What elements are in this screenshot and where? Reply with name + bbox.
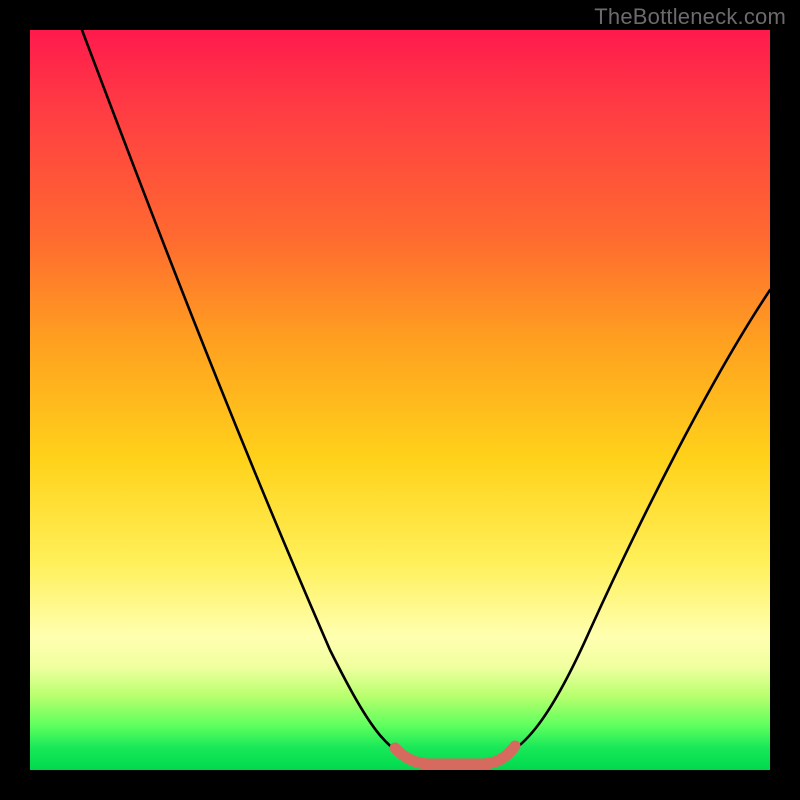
bottleneck-curve [30,30,770,770]
curve-path [82,30,770,762]
valley-highlight [395,746,515,764]
watermark-text: TheBottleneck.com [594,4,786,30]
chart-frame: TheBottleneck.com [0,0,800,800]
plot-area [30,30,770,770]
